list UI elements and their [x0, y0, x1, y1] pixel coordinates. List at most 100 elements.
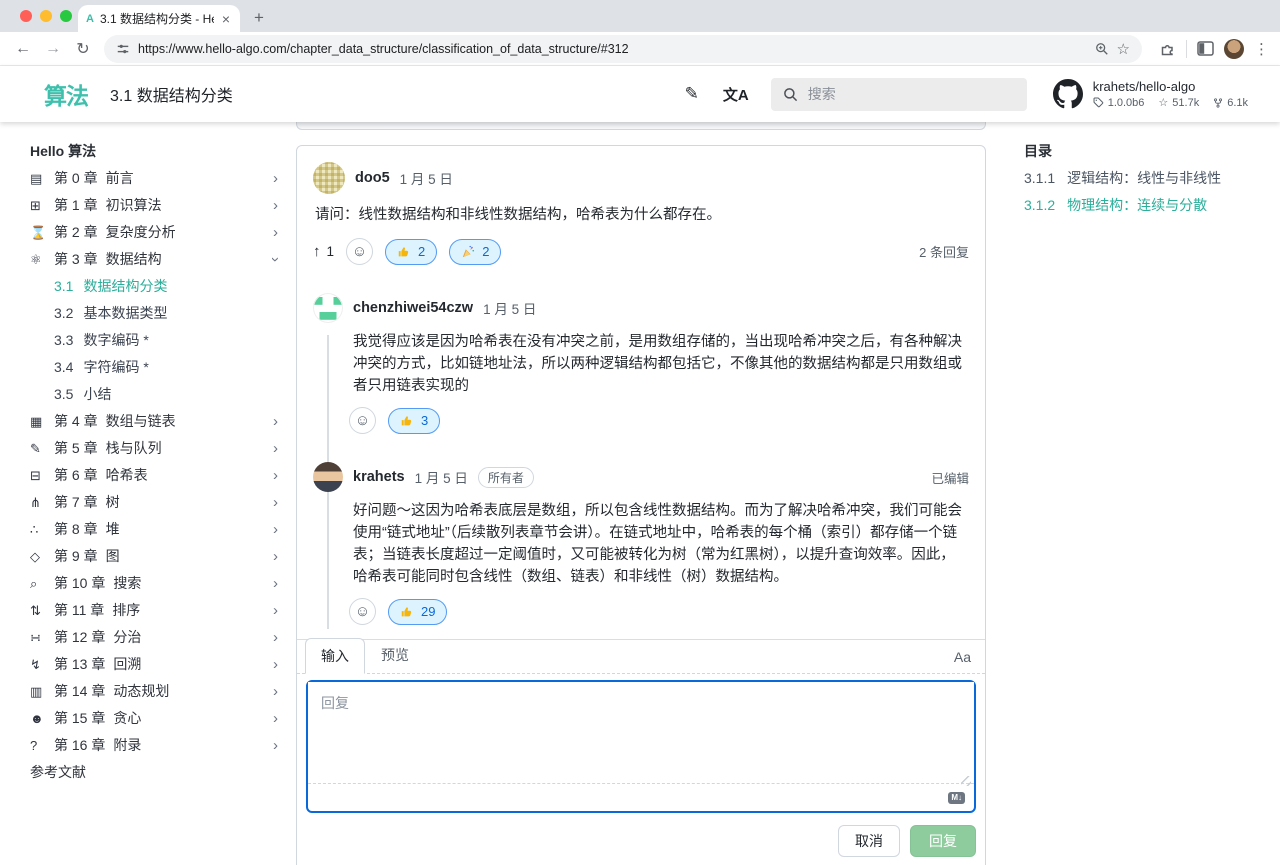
forward-button[interactable]: → — [40, 40, 66, 58]
chapter-number: 第 10 章 — [54, 570, 105, 597]
sidebar-section-item[interactable]: 3.3 数字编码 * — [30, 327, 296, 354]
reaction-thumbs-up[interactable]: 29 — [388, 599, 447, 625]
chapter-title: 哈希表 — [106, 462, 148, 489]
close-tab-icon[interactable]: × — [220, 11, 232, 27]
avatar[interactable] — [313, 293, 343, 323]
chevron-icon[interactable]: › — [273, 732, 278, 759]
back-button[interactable]: ← — [10, 40, 36, 58]
sidebar-chapter-item[interactable]: ⌕ 第 10 章 搜索 › — [30, 570, 282, 597]
reload-button[interactable]: ↻ — [70, 39, 96, 59]
hello-algo-logo[interactable]: 算法 — [44, 77, 88, 111]
reaction-thumbs-up[interactable]: 2 — [385, 239, 437, 265]
chevron-icon[interactable]: › — [273, 516, 278, 543]
chevron-icon[interactable]: › — [273, 435, 278, 462]
reply-button[interactable]: 回复 — [910, 825, 976, 857]
github-repo-block[interactable]: krahets/hello-algo 1.0.0b6 ☆ 51.7k 6.1k — [1053, 79, 1248, 109]
sidebar-section-item[interactable]: 3.1 数据结构分类 — [30, 273, 296, 300]
chevron-icon[interactable]: › — [273, 705, 278, 732]
bookmark-star-icon[interactable]: ☆ — [1117, 40, 1130, 58]
comment-date[interactable]: 1 月 5 日 — [483, 298, 536, 318]
search-input[interactable] — [808, 86, 978, 102]
macos-traffic-lights[interactable] — [20, 10, 72, 22]
sidebar-chapter-item[interactable]: ✎ 第 5 章 栈与队列 › — [30, 435, 282, 462]
markdown-icon[interactable]: M↓ — [948, 792, 965, 804]
comment-author[interactable]: krahets — [353, 469, 405, 485]
chevron-icon[interactable]: › — [273, 651, 278, 678]
reply-textarea[interactable] — [308, 682, 974, 784]
browser-profile-avatar[interactable] — [1224, 39, 1244, 59]
sidebar-chapter-item[interactable]: ⌛ 第 2 章 复杂度分析 › — [30, 219, 282, 246]
reaction-thumbs-up[interactable]: 3 — [388, 408, 440, 434]
sidebar-chapter-item[interactable]: ▥ 第 14 章 动态规划 › — [30, 678, 282, 705]
text-format-icon[interactable]: Aa — [954, 649, 971, 673]
chevron-icon[interactable]: › — [273, 165, 278, 192]
reaction-party[interactable]: 2 — [449, 239, 501, 265]
sidebar-chapter-item[interactable]: ? 第 16 章 附录 › — [30, 732, 282, 759]
chevron-icon[interactable]: › — [273, 570, 278, 597]
tab-write[interactable]: 输入 — [305, 638, 365, 674]
browser-menu-icon[interactable]: ⋮ — [1254, 40, 1270, 58]
chevron-icon[interactable]: › — [273, 624, 278, 651]
sidebar-section-item[interactable]: 3.4 字符编码 * — [30, 354, 296, 381]
toc-item[interactable]: 3.1.2 物理结构：连续与分散 — [1024, 192, 1280, 219]
zoom-window-button[interactable] — [60, 10, 72, 22]
zoom-page-icon[interactable] — [1095, 42, 1109, 56]
side-panel-icon[interactable] — [1197, 41, 1214, 56]
sidebar-chapter-item[interactable]: ☻ 第 15 章 贪心 › — [30, 705, 282, 732]
new-tab-button[interactable]: + — [254, 8, 264, 28]
upvote-button[interactable]: ↑ 1 — [313, 243, 334, 260]
sidebar-chapter-item[interactable]: ⋔ 第 7 章 树 › — [30, 489, 282, 516]
resize-grip-icon[interactable] — [961, 776, 971, 786]
chevron-icon[interactable]: › — [273, 597, 278, 624]
chevron-icon[interactable]: › — [273, 489, 278, 516]
comment-author[interactable]: doo5 — [355, 170, 390, 186]
sidebar-chapter-item[interactable]: ▦ 第 4 章 数组与链表 › — [30, 408, 282, 435]
add-reaction-button[interactable]: ☺ — [346, 238, 373, 265]
page-title: 3.1 数据结构分类 — [110, 82, 233, 106]
chapter-title: 数据结构 — [106, 246, 162, 273]
comment-date[interactable]: 1 月 5 日 — [415, 467, 468, 487]
chevron-icon[interactable]: › — [273, 408, 278, 435]
chevron-icon[interactable]: › — [262, 257, 289, 262]
browser-tab[interactable]: A 3.1 数据结构分类 - Hello 算法 × — [78, 5, 240, 32]
chevron-icon[interactable]: › — [273, 543, 278, 570]
site-info-icon[interactable] — [116, 42, 130, 56]
avatar[interactable] — [313, 462, 343, 492]
sidebar-chapter-item[interactable]: ⊞ 第 1 章 初识算法 › — [30, 192, 282, 219]
tab-preview[interactable]: 预览 — [365, 638, 425, 673]
sidebar-chapter-item[interactable]: ⊟ 第 6 章 哈希表 › — [30, 462, 282, 489]
chevron-icon[interactable]: › — [273, 678, 278, 705]
close-window-button[interactable] — [20, 10, 32, 22]
sidebar-chapter-item[interactable]: ∴ 第 8 章 堆 › — [30, 516, 282, 543]
sidebar-chapter-item[interactable]: ⇅ 第 11 章 排序 › — [30, 597, 282, 624]
sidebar-brand[interactable]: Hello 算法 — [30, 138, 296, 165]
sidebar-chapter-item[interactable]: ⚛ 第 3 章 数据结构 › — [30, 246, 282, 273]
chevron-icon[interactable]: › — [273, 192, 278, 219]
address-bar[interactable]: https://www.hello-algo.com/chapter_data_… — [104, 35, 1142, 63]
comment-date[interactable]: 1 月 5 日 — [400, 168, 453, 188]
sidebar-section-item[interactable]: 3.2 基本数据类型 — [30, 300, 296, 327]
sidebar-section-item[interactable]: 3.5 小结 — [30, 381, 296, 408]
thumbs-up-icon — [397, 245, 411, 259]
chevron-icon[interactable]: › — [273, 462, 278, 489]
add-reaction-button[interactable]: ☺ — [349, 598, 376, 625]
sidebar-chapter-item[interactable]: ◇ 第 9 章 图 › — [30, 543, 282, 570]
minimize-window-button[interactable] — [40, 10, 52, 22]
url-text[interactable]: https://www.hello-algo.com/chapter_data_… — [138, 42, 1087, 56]
sidebar-chapter-item[interactable]: ∺ 第 12 章 分治 › — [30, 624, 282, 651]
sidebar-chapter-item[interactable]: ▤ 第 0 章 前言 › — [30, 165, 282, 192]
add-reaction-button[interactable]: ☺ — [349, 407, 376, 434]
toc-item[interactable]: 3.1.1 逻辑结构：线性与非线性 — [1024, 165, 1280, 192]
theme-toggle-icon[interactable]: ✎ — [685, 84, 699, 104]
avatar[interactable] — [313, 162, 345, 194]
chevron-icon[interactable]: › — [273, 219, 278, 246]
toc-panel: 目录 3.1.1 逻辑结构：线性与非线性 3.1.2 物理结构：连续与分散 — [986, 122, 1280, 865]
extensions-icon[interactable] — [1160, 41, 1176, 57]
comment-author[interactable]: chenzhiwei54czw — [353, 300, 473, 316]
language-icon[interactable]: 文A — [723, 84, 749, 105]
star-icon: ☆ — [1158, 96, 1168, 109]
search-box[interactable] — [771, 78, 1027, 111]
cancel-button[interactable]: 取消 — [838, 825, 900, 857]
sidebar-item-references[interactable]: 参考文献 — [30, 759, 296, 786]
sidebar-chapter-item[interactable]: ↯ 第 13 章 回溯 › — [30, 651, 282, 678]
